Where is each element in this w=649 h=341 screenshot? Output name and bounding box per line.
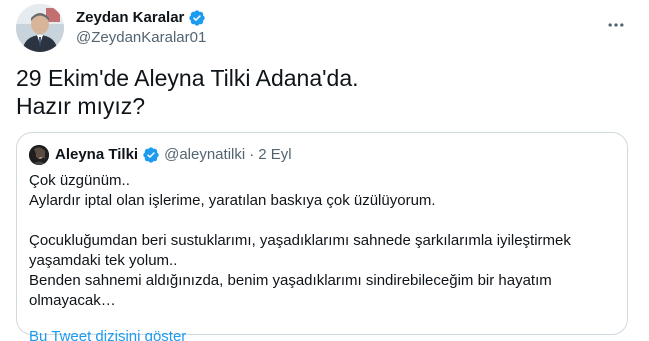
author-display-name[interactable]: Zeydan Karalar (76, 8, 184, 28)
author-names: Zeydan Karalar @ZeydanKaralar01 (76, 8, 206, 48)
avatar[interactable] (16, 4, 64, 52)
author-handle[interactable]: @ZeydanKaralar01 (76, 28, 206, 48)
show-thread-link[interactable]: Bu Tweet dizisini göster (29, 327, 615, 341)
quoted-tweet[interactable]: Aleyna Tilki @aleynatilki · 2 Eyl Çok üz… (16, 132, 628, 341)
tweet-text: 29 Ekim'de Aleyna Tilki Adana'da. Hazır … (16, 65, 359, 119)
quoted-line: Çocukluğumdan beri sustuklarımı, yaşadık… (29, 232, 571, 249)
quoted-avatar (29, 145, 49, 165)
more-options-icon[interactable] (599, 8, 633, 42)
quoted-separator: · (249, 146, 255, 163)
verified-badge-icon (188, 9, 206, 27)
tweet-card: Zeydan Karalar @ZeydanKaralar01 29 Ekim'… (0, 0, 649, 341)
author-name-row: Zeydan Karalar (76, 8, 206, 28)
quoted-tweet-body: Çok üzgünüm.. Aylardır iptal olan işleri… (29, 171, 615, 311)
quoted-tweet-header: Aleyna Tilki @aleynatilki · 2 Eyl (29, 145, 615, 165)
quoted-handle: @aleynatilki (164, 146, 246, 163)
quoted-line: Çok üzgünüm.. (29, 172, 130, 189)
quoted-line: Benden sahnemi aldığınızda, benim yaşadı… (29, 272, 552, 289)
quoted-display-name: Aleyna Tilki (55, 146, 139, 163)
verified-badge-icon (142, 146, 160, 164)
quoted-line: Aylardır iptal olan işlerime, yaratılan … (29, 192, 436, 209)
quoted-date[interactable]: 2 Eyl (258, 145, 291, 165)
quoted-line: olmayacak… (29, 292, 116, 309)
quoted-line: yaşamdaki tek yolum.. (29, 252, 178, 269)
tweet-header: Zeydan Karalar @ZeydanKaralar01 (16, 4, 633, 52)
